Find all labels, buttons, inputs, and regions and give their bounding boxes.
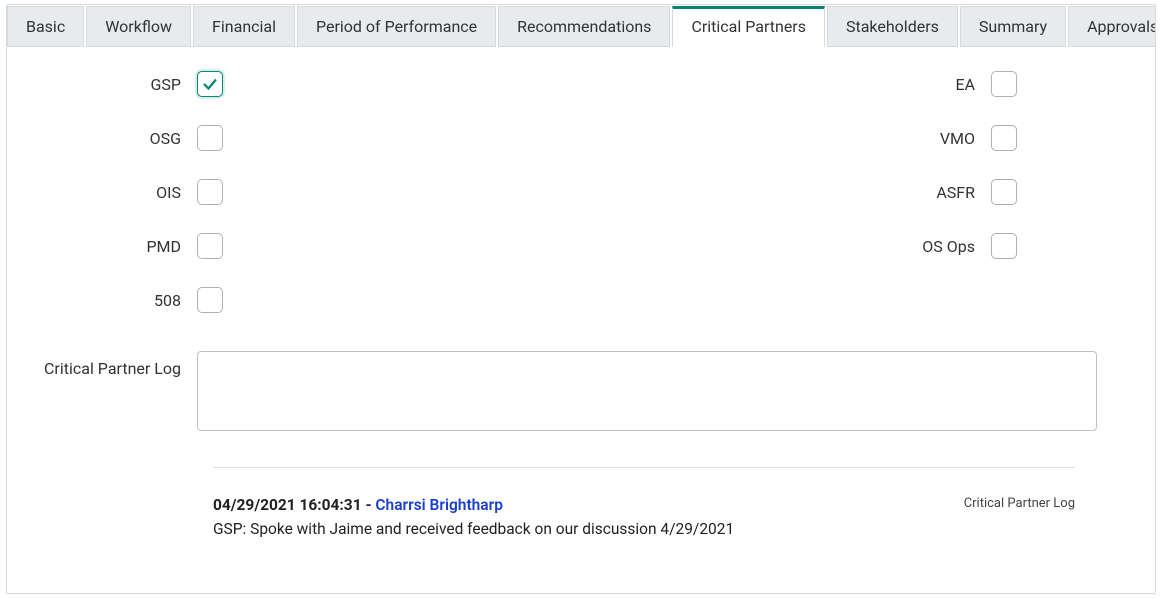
partner-row-ois: OIS [27, 179, 561, 205]
log-entry-body: GSP: Spoke with Jaime and received feedb… [213, 520, 1075, 538]
partner-checkbox-osg[interactable] [197, 125, 223, 151]
partner-row-osops: OS Ops [601, 233, 1135, 259]
tab-bar: BasicWorkflowFinancialPeriod of Performa… [7, 5, 1155, 47]
tab-basic[interactable]: Basic [7, 6, 84, 47]
partner-label-508: 508 [27, 291, 197, 310]
log-entry-timestamp: 04/29/2021 16:04:31 [213, 496, 362, 514]
tab-financial[interactable]: Financial [193, 6, 295, 47]
check-icon [201, 75, 219, 93]
partner-row-pmd: PMD [27, 233, 561, 259]
partner-checkbox-asfr[interactable] [991, 179, 1017, 205]
log-entry-header: 04/29/2021 16:04:31 - Charrsi Brightharp [213, 496, 1075, 514]
partner-label-ea: EA [601, 75, 991, 94]
partner-checkboxes: GSP OSG OIS PMD 508 EA VMO ASFR OS Ops [27, 71, 1135, 313]
partner-checkbox-ea[interactable] [991, 71, 1017, 97]
partner-label-gsp: GSP [27, 75, 197, 94]
partner-row-asfr: ASFR [601, 179, 1135, 205]
critical-partner-log-label: Critical Partner Log [27, 351, 197, 378]
partner-row-508: 508 [27, 287, 561, 313]
tab-critical-partners[interactable]: Critical Partners [672, 6, 825, 47]
partner-checkbox-osops[interactable] [991, 233, 1017, 259]
partner-checkbox-gsp[interactable] [197, 71, 223, 97]
log-divider [213, 467, 1075, 468]
tab-stakeholders[interactable]: Stakeholders [827, 6, 958, 47]
log-entry: Critical Partner Log 04/29/2021 16:04:31… [213, 496, 1075, 538]
partner-label-pmd: PMD [27, 237, 197, 256]
tab-workflow[interactable]: Workflow [86, 6, 191, 47]
partner-label-vmo: VMO [601, 129, 991, 148]
log-separator: - [365, 496, 375, 514]
partner-label-osg: OSG [27, 129, 197, 148]
partner-row-ea: EA [601, 71, 1135, 97]
partner-label-asfr: ASFR [601, 183, 991, 202]
partner-row-gsp: GSP [27, 71, 561, 97]
tab-period-of-performance[interactable]: Period of Performance [297, 6, 496, 47]
log-entry-corner-label: Critical Partner Log [964, 496, 1075, 511]
partner-checkbox-ois[interactable] [197, 179, 223, 205]
tab-approvals[interactable]: Approvals [1068, 6, 1156, 47]
partner-checkbox-pmd[interactable] [197, 233, 223, 259]
partner-label-ois: OIS [27, 183, 197, 202]
critical-partner-log-row: Critical Partner Log [27, 351, 1135, 431]
partner-row-vmo: VMO [601, 125, 1135, 151]
partner-checkbox-vmo[interactable] [991, 125, 1017, 151]
tab-summary[interactable]: Summary [960, 6, 1066, 47]
log-entry-author: Charrsi Brightharp [375, 496, 503, 514]
partner-label-osops: OS Ops [601, 237, 991, 256]
partner-checkbox-508[interactable] [197, 287, 223, 313]
partner-row-osg: OSG [27, 125, 561, 151]
tab-recommendations[interactable]: Recommendations [498, 6, 670, 47]
tab-content-critical-partners: GSP OSG OIS PMD 508 EA VMO ASFR OS Ops Critical… [7, 47, 1155, 558]
critical-partner-log-input[interactable] [197, 351, 1097, 431]
